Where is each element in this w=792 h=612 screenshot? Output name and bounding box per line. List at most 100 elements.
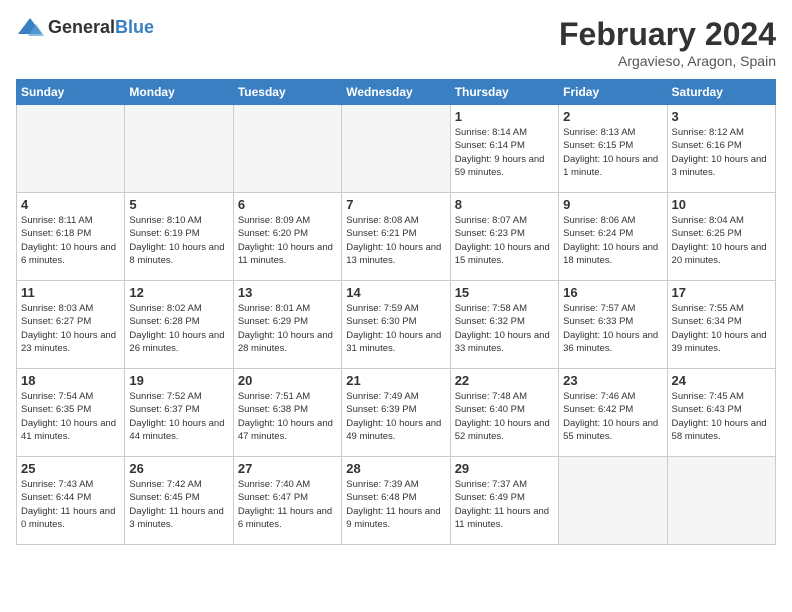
cell-info: Sunrise: 7:58 AMSunset: 6:32 PMDaylight:… [455,302,554,355]
cell-info: Sunrise: 7:54 AMSunset: 6:35 PMDaylight:… [21,390,120,443]
day-number: 18 [21,373,120,388]
cell-info: Sunrise: 8:07 AMSunset: 6:23 PMDaylight:… [455,214,554,267]
weekday-header-tuesday: Tuesday [233,80,341,105]
day-number: 11 [21,285,120,300]
calendar-cell: 17 Sunrise: 7:55 AMSunset: 6:34 PMDayligh… [667,281,775,369]
calendar-cell: 29 Sunrise: 7:37 AMSunset: 6:49 PMDayligh… [450,457,558,545]
day-number: 5 [129,197,228,212]
cell-info: Sunrise: 8:13 AMSunset: 6:15 PMDaylight:… [563,126,662,179]
day-number: 29 [455,461,554,476]
calendar-cell: 6 Sunrise: 8:09 AMSunset: 6:20 PMDaylight… [233,193,341,281]
calendar-cell: 26 Sunrise: 7:42 AMSunset: 6:45 PMDayligh… [125,457,233,545]
calendar-cell: 11 Sunrise: 8:03 AMSunset: 6:27 PMDayligh… [17,281,125,369]
week-row-4: 18 Sunrise: 7:54 AMSunset: 6:35 PMDayligh… [17,369,776,457]
day-number: 26 [129,461,228,476]
day-number: 10 [672,197,771,212]
cell-info: Sunrise: 7:48 AMSunset: 6:40 PMDaylight:… [455,390,554,443]
calendar-cell: 25Sunrise: 7:43 AMSunset: 6:44 PMDayligh… [17,457,125,545]
calendar-cell [342,105,450,193]
cell-info: Sunrise: 7:57 AMSunset: 6:33 PMDaylight:… [563,302,662,355]
calendar-cell: 7Sunrise: 8:08 AMSunset: 6:21 PMDaylight… [342,193,450,281]
day-number: 27 [238,461,337,476]
cell-info: Sunrise: 8:04 AMSunset: 6:25 PMDaylight:… [672,214,771,267]
cell-info: Sunrise: 7:52 AMSunset: 6:37 PMDaylight:… [129,390,228,443]
day-number: 19 [129,373,228,388]
day-number: 6 [238,197,337,212]
day-number: 14 [346,285,445,300]
day-number: 9 [563,197,662,212]
calendar-cell: 12 Sunrise: 8:02 AMSunset: 6:28 PMDayligh… [125,281,233,369]
day-number: 21 [346,373,445,388]
weekday-header-monday: Monday [125,80,233,105]
calendar-cell: 23Sunrise: 7:46 AMSunset: 6:42 PMDayligh… [559,369,667,457]
calendar-cell [233,105,341,193]
cell-info: Sunrise: 7:51 AMSunset: 6:38 PMDaylight:… [238,390,337,443]
cell-info: Sunrise: 7:37 AMSunset: 6:49 PMDaylight:… [455,478,554,531]
location: Argavieso, Aragon, Spain [559,53,776,69]
weekday-header-wednesday: Wednesday [342,80,450,105]
day-number: 15 [455,285,554,300]
calendar-cell [559,457,667,545]
calendar-cell: 5 Sunrise: 8:10 AMSunset: 6:19 PMDaylight… [125,193,233,281]
day-number: 22 [455,373,554,388]
cell-info: Sunrise: 8:10 AMSunset: 6:19 PMDaylight:… [129,214,228,267]
calendar-cell: 13 Sunrise: 8:01 AMSunset: 6:29 PMDayligh… [233,281,341,369]
day-number: 1 [455,109,554,124]
calendar-cell: 15 Sunrise: 7:58 AMSunset: 6:32 PMDayligh… [450,281,558,369]
cell-info: Sunrise: 8:08 AMSunset: 6:21 PMDaylight:… [346,214,445,267]
week-row-1: 1 Sunrise: 8:14 AMSunset: 6:14 PMDaylight… [17,105,776,193]
cell-info: Sunrise: 8:02 AMSunset: 6:28 PMDaylight:… [129,302,228,355]
cell-info: Sunrise: 7:55 AMSunset: 6:34 PMDaylight:… [672,302,771,355]
calendar-cell: 19 Sunrise: 7:52 AMSunset: 6:37 PMDayligh… [125,369,233,457]
logo-blue: Blue [115,17,154,37]
day-number: 23 [563,373,662,388]
calendar-table: SundayMondayTuesdayWednesdayThursdayFrid… [16,79,776,545]
calendar-cell [125,105,233,193]
calendar-cell: 1 Sunrise: 8:14 AMSunset: 6:14 PMDaylight… [450,105,558,193]
cell-info: Sunrise: 7:40 AMSunset: 6:47 PMDaylight:… [238,478,337,531]
day-number: 20 [238,373,337,388]
calendar-cell: 28Sunrise: 7:39 AMSunset: 6:48 PMDayligh… [342,457,450,545]
week-row-2: 4Sunrise: 8:11 AMSunset: 6:18 PMDaylight… [17,193,776,281]
calendar-cell [17,105,125,193]
calendar-cell: 22 Sunrise: 7:48 AMSunset: 6:40 PMDayligh… [450,369,558,457]
calendar-cell: 27 Sunrise: 7:40 AMSunset: 6:47 PMDayligh… [233,457,341,545]
cell-info: Sunrise: 7:45 AMSunset: 6:43 PMDaylight:… [672,390,771,443]
logo-general: General [48,17,115,37]
cell-info: Sunrise: 8:03 AMSunset: 6:27 PMDaylight:… [21,302,120,355]
calendar-cell: 21 Sunrise: 7:49 AMSunset: 6:39 PMDayligh… [342,369,450,457]
calendar-cell: 14 Sunrise: 7:59 AMSunset: 6:30 PMDayligh… [342,281,450,369]
day-number: 28 [346,461,445,476]
cell-info: Sunrise: 8:09 AMSunset: 6:20 PMDaylight:… [238,214,337,267]
day-number: 24 [672,373,771,388]
weekday-header-friday: Friday [559,80,667,105]
header-area: GeneralBlue February 2024 Argavieso, Ara… [16,16,776,69]
cell-info: Sunrise: 7:42 AMSunset: 6:45 PMDaylight:… [129,478,228,531]
day-number: 17 [672,285,771,300]
cell-info: Sunrise: 8:01 AMSunset: 6:29 PMDaylight:… [238,302,337,355]
logo: GeneralBlue [16,16,154,38]
week-row-5: 25Sunrise: 7:43 AMSunset: 6:44 PMDayligh… [17,457,776,545]
calendar-cell: 4Sunrise: 8:11 AMSunset: 6:18 PMDaylight… [17,193,125,281]
weekday-header-row: SundayMondayTuesdayWednesdayThursdayFrid… [17,80,776,105]
cell-info: Sunrise: 8:06 AMSunset: 6:24 PMDaylight:… [563,214,662,267]
cell-info: Sunrise: 8:14 AMSunset: 6:14 PMDaylight:… [455,126,554,179]
week-row-3: 11 Sunrise: 8:03 AMSunset: 6:27 PMDayligh… [17,281,776,369]
day-number: 2 [563,109,662,124]
day-number: 3 [672,109,771,124]
logo-text: GeneralBlue [48,17,154,38]
day-number: 13 [238,285,337,300]
calendar-cell [667,457,775,545]
cell-info: Sunrise: 7:59 AMSunset: 6:30 PMDaylight:… [346,302,445,355]
calendar-cell: 9 Sunrise: 8:06 AMSunset: 6:24 PMDaylight… [559,193,667,281]
weekday-header-saturday: Saturday [667,80,775,105]
title-area: February 2024 Argavieso, Aragon, Spain [559,16,776,69]
cell-info: Sunrise: 7:43 AMSunset: 6:44 PMDaylight:… [21,478,120,531]
calendar-cell: 10 Sunrise: 8:04 AMSunset: 6:25 PMDayligh… [667,193,775,281]
weekday-header-thursday: Thursday [450,80,558,105]
calendar-cell: 18 Sunrise: 7:54 AMSunset: 6:35 PMDayligh… [17,369,125,457]
cell-info: Sunrise: 7:49 AMSunset: 6:39 PMDaylight:… [346,390,445,443]
calendar-cell: 16Sunrise: 7:57 AMSunset: 6:33 PMDayligh… [559,281,667,369]
calendar-cell: 24 Sunrise: 7:45 AMSunset: 6:43 PMDayligh… [667,369,775,457]
day-number: 12 [129,285,228,300]
